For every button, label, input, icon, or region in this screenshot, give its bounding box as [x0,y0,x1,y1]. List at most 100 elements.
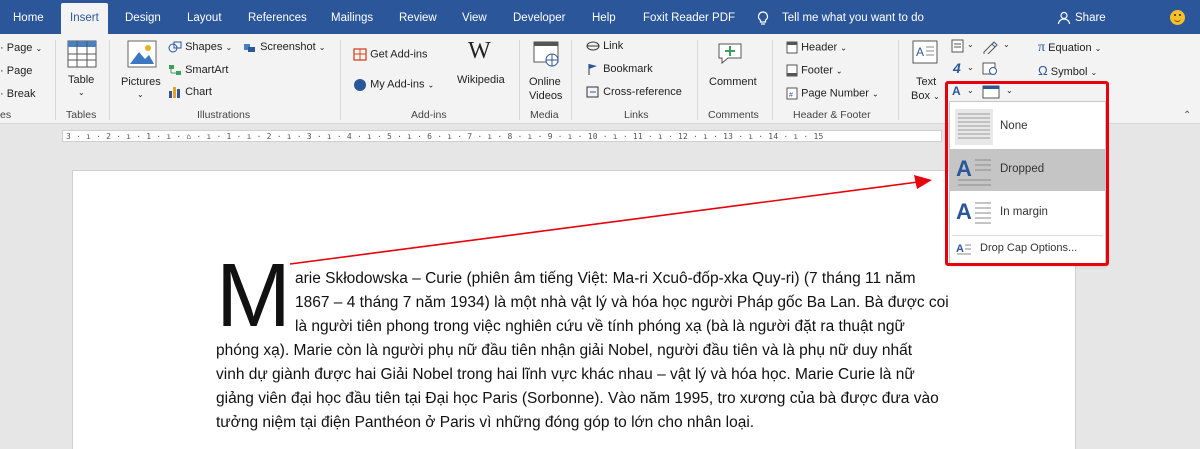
tab-developer[interactable]: Developer [513,0,565,34]
quick-parts-icon[interactable] [951,39,965,53]
store-icon [353,48,367,61]
group-divider [109,40,110,120]
cross-reference-button[interactable]: Cross-reference [586,86,682,98]
tab-review[interactable]: Review [399,0,437,34]
link-icon [586,41,600,51]
chart-button[interactable]: Chart [168,86,212,99]
collapse-ribbon-icon[interactable]: ⌃ [1183,110,1191,121]
tab-insert[interactable]: Insert [61,3,108,34]
group-divider [55,40,56,120]
feedback-smiley-icon[interactable] [1170,10,1185,25]
page-break-button[interactable]: · Break [0,88,35,100]
drop-cap-in-margin-icon: A [956,199,991,224]
group-label-comments: Comments [708,109,759,121]
drop-cap-button[interactable]: A [952,84,961,98]
symbol-button[interactable]: Ω Symbol ⌄ [1038,63,1097,78]
chevron-down-icon: ⌄ [967,86,974,95]
tab-foxit-reader-pdf[interactable]: Foxit Reader PDF [643,0,735,34]
drop-cap-dropped-icon: A [956,156,991,186]
tab-home[interactable]: Home [13,0,44,34]
wikipedia-w-icon: W [468,38,491,64]
comment-icon [718,43,742,65]
paragraph-line: là người tiên phong trong việc nghiên cứ… [295,318,905,335]
group-divider [697,40,698,120]
comment-button[interactable]: Comment [709,76,757,88]
tell-me-search[interactable]: Tell me what you want to do [782,0,924,34]
chart-icon [169,87,180,99]
drop-cap-none-option[interactable]: None [950,106,1105,148]
text-box-button-line2[interactable]: Box ⌄ [911,90,940,102]
document-page[interactable]: M arie Skłodowska – Curie (phiên âm tiến… [72,170,1076,449]
tab-mailings[interactable]: Mailings [331,0,373,34]
menu-divider [952,235,1103,236]
chevron-down-icon: ⌄ [137,90,144,99]
tab-layout[interactable]: Layout [187,0,222,34]
page-number-button[interactable]: # Page Number ⌄ [786,87,879,100]
smartart-icon [169,65,181,76]
shapes-icon [168,41,182,53]
blank-page-button[interactable]: · Page [0,65,32,77]
wordart-icon[interactable]: 4 [953,60,961,76]
online-videos-button[interactable]: Online [529,76,561,88]
object-icon[interactable] [982,85,1000,99]
drop-cap-in-margin-option[interactable]: A In margin [950,192,1105,234]
online-video-icon [533,41,559,67]
chevron-down-icon: ⌄ [967,40,974,49]
drop-cap-dropped-label: Dropped [1000,163,1045,175]
bookmark-button[interactable]: Bookmark [586,63,653,76]
svg-text:#: # [789,92,793,99]
cross-reference-icon [586,86,599,98]
text-box-button[interactable]: Text [916,76,936,88]
tab-design[interactable]: Design [125,0,161,34]
group-divider [571,40,572,120]
date-time-icon[interactable] [982,61,998,75]
equation-button[interactable]: π Equation ⌄ [1038,40,1101,56]
paragraph-line: phóng xạ). Marie còn là người phụ nữ đầu… [216,342,913,359]
online-videos-button-line2[interactable]: Videos [529,90,562,102]
pictures-button[interactable]: Pictures [121,76,161,88]
screenshot-button[interactable]: Screenshot ⌄ [243,41,325,53]
screenshot-icon [244,44,255,53]
group-divider [898,40,899,120]
chevron-down-icon: ⌄ [78,88,85,97]
puzzle-icon [354,79,366,91]
group-label-illustrations: Illustrations [197,109,251,121]
drop-cap-menu: None A Dropped A In margin A Drop Cap Op… [949,101,1106,264]
get-add-ins-button[interactable]: Get Add-ins [353,48,428,61]
link-button[interactable]: Link [586,40,623,52]
shapes-button[interactable]: Shapes ⌄ [168,41,232,53]
tab-help[interactable]: Help [592,0,616,34]
my-add-ins-button[interactable]: My Add-ins ⌄ [353,78,434,91]
cover-page-button[interactable]: · Page ⌄ [0,42,42,54]
chevron-down-icon: ⌄ [967,63,974,72]
person-icon [1057,11,1071,25]
table-icon [67,40,97,68]
drop-cap-options-link[interactable]: Drop Cap Options... [980,242,1077,254]
svg-text:A: A [956,199,972,224]
header-button[interactable]: Header ⌄ [786,41,847,54]
paragraph-line: 1867 – 4 tháng 7 năm 1934) là một nhà vậ… [295,294,949,311]
drop-cap-dropped-option[interactable]: A Dropped [950,149,1105,191]
chevron-down-icon: ⌄ [1003,40,1010,49]
share-button[interactable]: Share [1075,0,1106,34]
group-divider [340,40,341,120]
drop-cap-in-margin-label: In margin [1000,206,1048,218]
omega-icon: Ω [1038,63,1048,78]
signature-line-icon[interactable] [982,39,1000,54]
smartart-button[interactable]: SmartArt [168,64,228,76]
svg-text:A: A [956,156,972,181]
tab-view[interactable]: View [462,0,487,34]
drop-cap-letter: M [216,246,291,346]
footer-button[interactable]: Footer ⌄ [786,64,843,77]
wikipedia-button[interactable]: Wikipedia [457,74,505,86]
drop-cap-none-label: None [1000,120,1028,132]
tab-references[interactable]: References [248,0,307,34]
ribbon-tab-bar: Home Insert Design Layout References Mai… [0,0,1200,34]
group-label-media: Media [530,109,559,121]
drop-cap-options-icon: A [956,243,971,255]
group-label-header-footer: Header & Footer [793,109,871,121]
table-button[interactable]: Table [68,74,94,86]
group-label-tables: Tables [66,109,97,121]
paragraph-line: giảng viên đại học đầu tiên tại Đại học … [216,390,939,407]
svg-text:A: A [956,243,964,255]
